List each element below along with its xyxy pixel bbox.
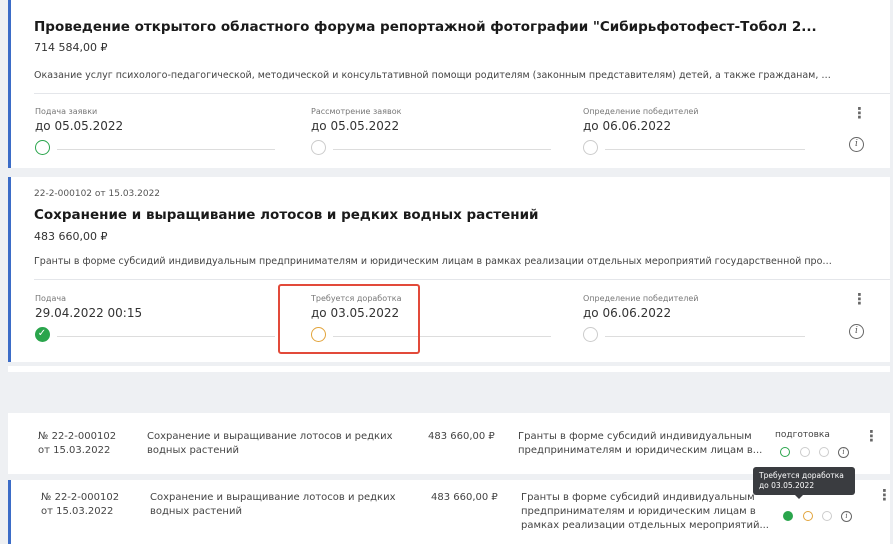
stage-date: до 06.06.2022 <box>583 119 672 133</box>
step-circle-icon <box>800 447 810 457</box>
status-circle-icon <box>583 140 598 155</box>
table-row[interactable]: № 22-2-000102 от 15.03.2022 Сохранение и… <box>8 413 890 474</box>
stage-line <box>57 149 275 150</box>
highlight-box <box>278 284 420 354</box>
status-tooltip: Требуется доработка до 03.05.2022 <box>753 467 855 499</box>
card-description: Оказание услуг психолого-педагогической,… <box>34 70 834 81</box>
row-name-line2[interactable]: водных растений <box>147 444 239 458</box>
row-desc-line3: рамках реализации отдельных мероприятий.… <box>521 520 769 531</box>
kebab-menu-icon[interactable]: ⋮ <box>852 290 867 308</box>
row-desc-line2: предпринимателям и юридическим лицам в <box>521 506 756 517</box>
row-desc-line1: Гранты в форме субсидий индивидуальным <box>521 492 755 503</box>
stage-label: Рассмотрение заявок <box>311 107 402 116</box>
stage-application: Подача заявки до 05.05.2022 <box>35 107 275 155</box>
status-circle-icon <box>583 327 598 342</box>
kebab-menu-icon[interactable]: ⋮ <box>852 104 867 122</box>
step-circle-icon <box>822 511 832 521</box>
stage-winners: Определение победителей до 06.06.2022 <box>583 107 823 155</box>
step-circle-icon <box>780 447 790 457</box>
stage-date: 29.04.2022 00:15 <box>35 306 143 320</box>
row-amount: 483 660,00 ₽ <box>428 431 495 442</box>
status-label: подготовка <box>775 430 830 440</box>
row-number: № 22-2-000102 <box>38 431 117 442</box>
row-name-line1[interactable]: Сохранение и выращивание лотосов и редки… <box>150 491 396 505</box>
stage-label: Определение победителей <box>583 107 699 116</box>
stage-date: до 05.05.2022 <box>311 119 400 133</box>
tooltip-date: до 03.05.2022 <box>759 481 815 490</box>
stage-label: Подача <box>35 294 66 303</box>
row-number: № 22-2-000102 <box>41 492 120 503</box>
stage-label: Подача заявки <box>35 107 98 116</box>
card-description: Гранты в форме субсидий индивидуальным п… <box>34 256 834 267</box>
divider <box>34 93 890 94</box>
kebab-menu-icon[interactable]: ⋮ <box>877 486 892 504</box>
stage-review: Рассмотрение заявок до 05.05.2022 <box>311 107 551 155</box>
status-circle-icon <box>311 140 326 155</box>
grant-card-2[interactable]: 22-2-000102 от 15.03.2022 Сохранение и в… <box>8 177 890 362</box>
divider <box>34 279 890 280</box>
check-circle-icon: ✓ <box>35 327 50 342</box>
stage-date: до 06.06.2022 <box>583 306 672 320</box>
info-icon[interactable]: i <box>849 324 864 339</box>
step-circle-icon <box>783 511 793 521</box>
card-number: 22-2-000102 от 15.03.2022 <box>34 189 161 199</box>
row-date: от 15.03.2022 <box>41 506 114 517</box>
tooltip-title: Требуется доработка <box>759 471 844 480</box>
info-icon[interactable]: i <box>849 137 864 152</box>
stage-submission: Подача 29.04.2022 00:15 ✓ <box>35 294 275 342</box>
row-name-line2[interactable]: водных растений <box>150 505 242 519</box>
row-desc-line2: предпринимателям и юридическим лицам в..… <box>518 445 763 456</box>
stage-line <box>605 149 805 150</box>
card-title[interactable]: Проведение открытого областного форума р… <box>34 19 817 35</box>
check-icon: ✓ <box>37 328 47 339</box>
status-circle-icon <box>35 140 50 155</box>
card-amount: 714 584,00 ₽ <box>34 41 108 54</box>
info-icon[interactable]: i <box>841 511 852 522</box>
row-name-line1[interactable]: Сохранение и выращивание лотосов и редки… <box>147 430 393 444</box>
stage-label: Определение победителей <box>583 294 699 303</box>
row-desc-line1: Гранты в форме субсидий индивидуальным <box>518 431 752 442</box>
card-edge <box>8 366 890 372</box>
card-title[interactable]: Сохранение и выращивание лотосов и редки… <box>34 207 539 223</box>
stage-winners: Определение победителей до 06.06.2022 <box>583 294 823 342</box>
kebab-menu-icon[interactable]: ⋮ <box>864 427 879 445</box>
step-circle-icon <box>803 511 813 521</box>
info-icon[interactable]: i <box>838 447 849 458</box>
grant-card-1[interactable]: Проведение открытого областного форума р… <box>8 0 890 168</box>
stage-line <box>605 336 805 337</box>
card-amount: 483 660,00 ₽ <box>34 230 108 243</box>
stage-date: до 05.05.2022 <box>35 119 124 133</box>
row-amount: 483 660,00 ₽ <box>431 492 498 503</box>
step-circle-icon <box>819 447 829 457</box>
stage-line <box>333 149 551 150</box>
row-date: от 15.03.2022 <box>38 445 111 456</box>
stage-line <box>57 336 275 337</box>
